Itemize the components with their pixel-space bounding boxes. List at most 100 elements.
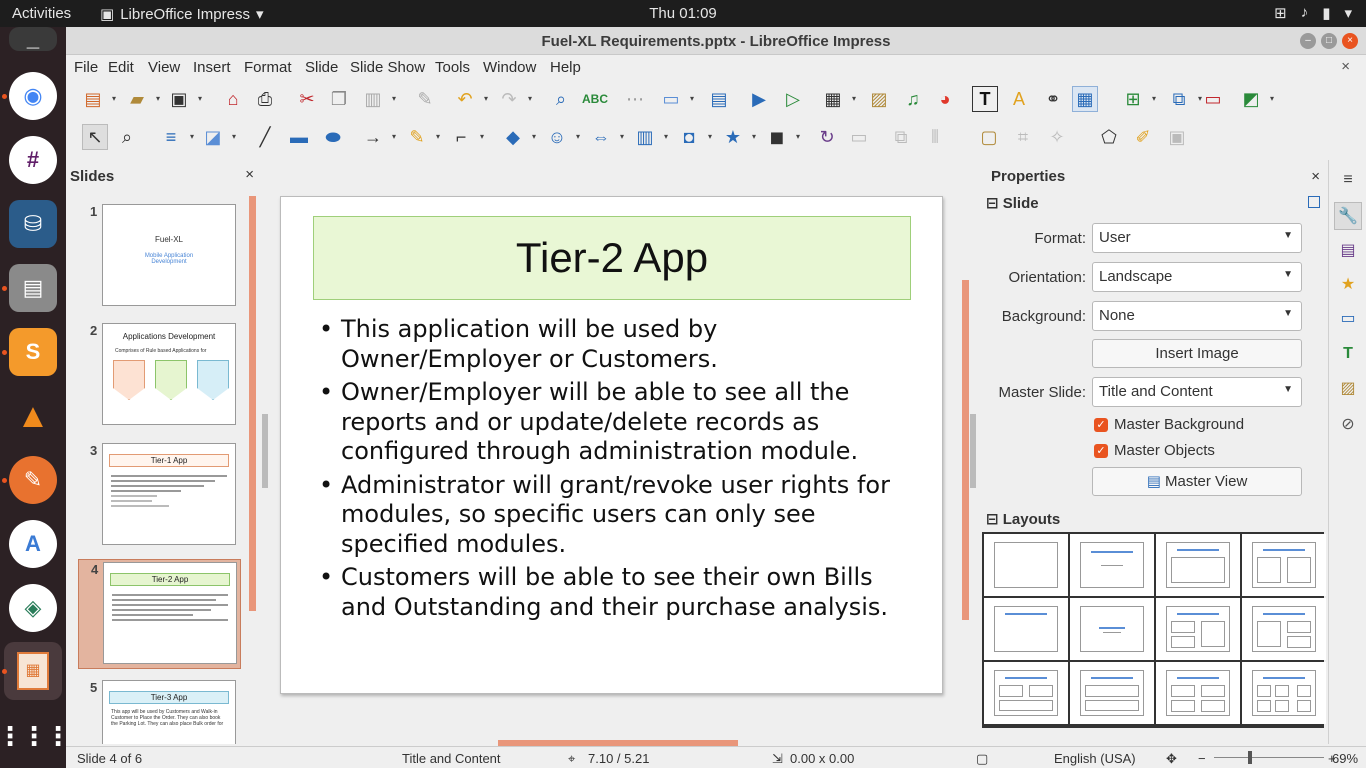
animation-icon[interactable]: ★ xyxy=(1334,270,1362,298)
crop-icon[interactable]: ⌗ xyxy=(1010,124,1036,150)
hyperlink-icon[interactable]: ⚭ xyxy=(1040,86,1066,112)
table-icon[interactable]: ▦ xyxy=(820,86,846,112)
menu-insert[interactable]: Insert xyxy=(193,59,231,76)
redo-icon[interactable]: ↷ xyxy=(496,86,522,112)
find-replace-icon[interactable]: ⌕ xyxy=(548,86,574,112)
select-icon[interactable]: ↖ xyxy=(82,124,108,150)
close-icon[interactable]: × xyxy=(1342,33,1358,49)
layout-title-only[interactable] xyxy=(984,598,1068,660)
flowchart-icon[interactable]: ▥ xyxy=(632,124,658,150)
master-slide-select[interactable]: Title and Content ▼ xyxy=(1092,377,1302,407)
system-tray[interactable]: ⊞ ♪ ▮ ▾ xyxy=(1274,4,1352,22)
undo-icon[interactable]: ↶ xyxy=(452,86,478,112)
zoom-percent[interactable]: 69% xyxy=(1332,751,1358,766)
paste-icon[interactable]: ▥ xyxy=(360,86,386,112)
new-slide-icon[interactable]: ⊞ xyxy=(1120,86,1146,112)
styles-icon[interactable]: T xyxy=(1334,340,1362,368)
menu-tools[interactable]: Tools xyxy=(435,59,470,76)
new-icon[interactable]: ▤ xyxy=(80,86,106,112)
media-icon[interactable]: ♫ xyxy=(900,86,926,112)
master-slides-icon[interactable]: ▤ xyxy=(1334,236,1362,264)
layout-title-two-content[interactable] xyxy=(1242,534,1326,596)
slide-content-box[interactable]: This application will be used by Owner/E… xyxy=(317,315,917,626)
layout-title-4content[interactable] xyxy=(1156,662,1240,724)
start-current-slide-icon[interactable]: ▷ xyxy=(780,86,806,112)
slide-title[interactable]: Tier-2 App xyxy=(313,216,911,300)
display-views-icon[interactable]: ▭ xyxy=(658,86,684,112)
fontwork-icon[interactable]: A xyxy=(1006,86,1032,112)
basic-shapes-icon[interactable]: ◆ xyxy=(500,124,526,150)
slide-thumbnail-5[interactable]: 5 Tier-3 App This app will be used by Cu… xyxy=(78,678,241,744)
points-icon[interactable]: ⬠ xyxy=(1096,124,1122,150)
open-icon[interactable]: ▰ xyxy=(124,86,150,112)
menu-window[interactable]: Window xyxy=(483,59,536,76)
rotate-icon[interactable]: ↻ xyxy=(814,124,840,150)
menu-view[interactable]: View xyxy=(148,59,180,76)
slack-icon[interactable]: # xyxy=(9,136,57,184)
vlc-icon[interactable]: ▲ xyxy=(9,392,57,440)
save-icon[interactable]: ▣ xyxy=(166,86,192,112)
layout-centered-text[interactable] xyxy=(1070,598,1154,660)
terminal-icon[interactable]: _ xyxy=(9,26,57,51)
show-draw-functions-icon[interactable]: ▦ xyxy=(1072,86,1098,112)
3d-objects-icon[interactable]: ◼ xyxy=(764,124,790,150)
glue-points-icon[interactable]: ✐ xyxy=(1130,124,1156,150)
slide-layout-icon[interactable]: ◩ xyxy=(1238,86,1264,112)
layouts-section-header[interactable]: ⊟ Layouts xyxy=(986,510,1060,528)
layout-title-slide[interactable] xyxy=(1070,534,1154,596)
slide-thumbnail-4[interactable]: 4 Tier-2 App xyxy=(78,559,241,669)
close-icon[interactable]: × xyxy=(1311,168,1320,185)
zoom-slider[interactable] xyxy=(1214,757,1324,758)
fill-color-icon[interactable]: ◪ xyxy=(200,124,226,150)
distribute-icon[interactable]: ⫴ xyxy=(922,124,948,150)
line-color-icon[interactable]: ≡ xyxy=(158,124,184,150)
android-studio-icon[interactable]: A xyxy=(9,520,57,568)
background-select[interactable]: None ▼ xyxy=(1092,301,1302,331)
menu-slide[interactable]: Slide xyxy=(305,59,338,76)
rectangle-icon[interactable]: ▬ xyxy=(286,124,312,150)
window-titlebar[interactable]: Fuel-XL Requirements.pptx - LibreOffice … xyxy=(66,27,1366,55)
slide-thumbnail-3[interactable]: 3 Tier-1 App xyxy=(78,441,241,551)
app-menu[interactable]: ▣ LibreOffice Impress ▾ xyxy=(100,5,264,24)
fit-slide-icon[interactable]: ✥ xyxy=(1166,751,1177,767)
duplicate-slide-icon[interactable]: ⧉ xyxy=(1166,86,1192,112)
clock[interactable]: Thu 01:09 xyxy=(649,5,717,22)
show-applications-icon[interactable]: ⋮⋮⋮ xyxy=(0,712,71,760)
arrange-icon[interactable]: ⧉ xyxy=(888,124,914,150)
sidebar-splitter-handle[interactable] xyxy=(970,414,976,488)
more-options-icon[interactable] xyxy=(1308,196,1320,208)
layout-title-2content-content[interactable] xyxy=(1156,598,1240,660)
zoom-slider-handle[interactable] xyxy=(1248,751,1252,764)
close-icon[interactable]: × xyxy=(245,166,254,183)
grid-icon[interactable]: ⋯ xyxy=(622,86,648,112)
delete-slide-icon[interactable]: ▭ xyxy=(1200,86,1226,112)
ellipse-icon[interactable]: ⬬ xyxy=(320,124,346,150)
callouts-icon[interactable]: ◘ xyxy=(676,124,702,150)
menu-icon[interactable]: ≡ xyxy=(1334,166,1362,194)
master-background-checkbox[interactable]: ✓ Master Background xyxy=(1094,416,1244,433)
maximize-icon[interactable]: □ xyxy=(1321,33,1337,49)
menu-file[interactable]: File xyxy=(74,59,98,76)
symbol-shapes-icon[interactable]: ☺ xyxy=(544,124,570,150)
menu-slide-show[interactable]: Slide Show xyxy=(350,59,425,76)
line-icon[interactable]: ╱ xyxy=(252,124,278,150)
layout-title-6content[interactable] xyxy=(1242,662,1326,724)
vertical-scrollbar[interactable] xyxy=(962,280,969,620)
navigator-icon[interactable]: ⊘ xyxy=(1334,410,1362,438)
mysql-workbench-icon[interactable]: ⛁ xyxy=(9,200,57,248)
postman-icon[interactable]: ✎ xyxy=(9,456,57,504)
image-icon[interactable]: ▨ xyxy=(866,86,892,112)
layout-blank[interactable] xyxy=(984,534,1068,596)
layout-title-2content-over-content[interactable] xyxy=(984,662,1068,724)
slide-canvas[interactable]: Tier-2 App This application will be used… xyxy=(280,196,943,694)
properties-icon[interactable]: 🔧 xyxy=(1334,202,1362,230)
lines-arrows-icon[interactable]: → xyxy=(360,124,386,150)
zoom-out-icon[interactable]: − xyxy=(1198,751,1206,766)
slide-thumbnail-2[interactable]: 2 Applications Development Comprises of … xyxy=(78,321,241,431)
text-box-icon[interactable]: T xyxy=(972,86,998,112)
menu-format[interactable]: Format xyxy=(244,59,292,76)
libreoffice-impress-icon[interactable]: ▦ xyxy=(4,642,62,700)
language[interactable]: English (USA) xyxy=(1054,751,1136,766)
master-slide-icon[interactable]: ▤ xyxy=(706,86,732,112)
activities-button[interactable]: Activities xyxy=(12,5,71,22)
